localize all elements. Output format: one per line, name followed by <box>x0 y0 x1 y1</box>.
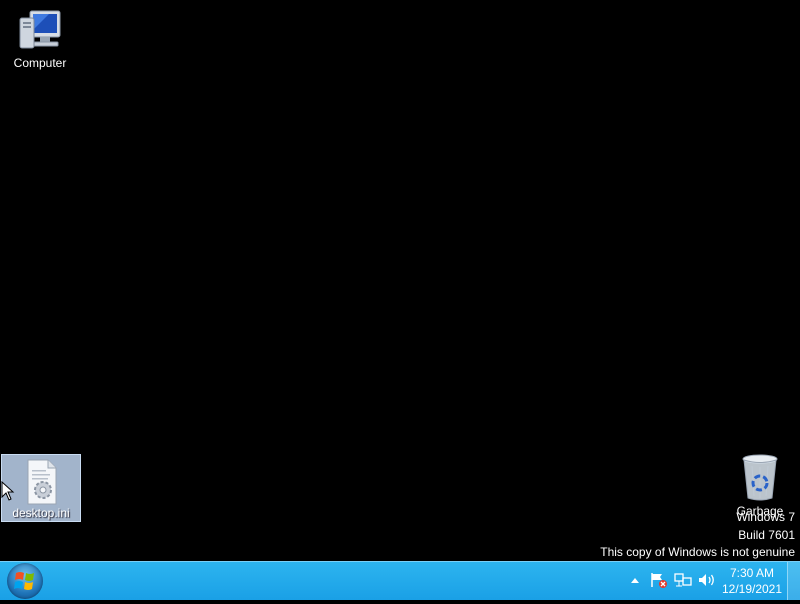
desktop-icon-computer[interactable]: Computer <box>0 8 80 70</box>
network-icon[interactable] <box>673 571 693 589</box>
start-button[interactable] <box>7 563 43 599</box>
system-tray: 7:30 AM 12/19/2021 <box>620 562 800 600</box>
show-desktop-button[interactable] <box>787 562 800 600</box>
desktop-icon-label: desktop.ini <box>12 506 70 520</box>
show-hidden-icons-icon[interactable] <box>625 571 645 589</box>
mouse-cursor-icon <box>1 481 15 501</box>
windows-logo-icon <box>14 572 34 590</box>
volume-icon[interactable] <box>697 571 717 589</box>
recycle-bin-icon <box>742 454 778 501</box>
watermark-genuine-notice: This copy of Windows is not genuine <box>600 545 795 559</box>
watermark-os-name: Windows 7 <box>736 510 795 524</box>
config-file-icon <box>27 459 57 505</box>
desktop-icon-garbage[interactable]: Garbage <box>720 452 800 518</box>
action-center-flag-icon[interactable] <box>649 571 669 589</box>
clock[interactable]: 7:30 AM 12/19/2021 <box>717 565 787 597</box>
clock-date: 12/19/2021 <box>721 582 783 596</box>
clock-time: 7:30 AM <box>729 566 775 580</box>
watermark-build: Build 7601 <box>738 528 795 542</box>
desktop-icon-label: Computer <box>13 56 67 70</box>
computer-icon <box>19 10 61 49</box>
taskbar: 7:30 AM 12/19/2021 <box>0 561 800 600</box>
